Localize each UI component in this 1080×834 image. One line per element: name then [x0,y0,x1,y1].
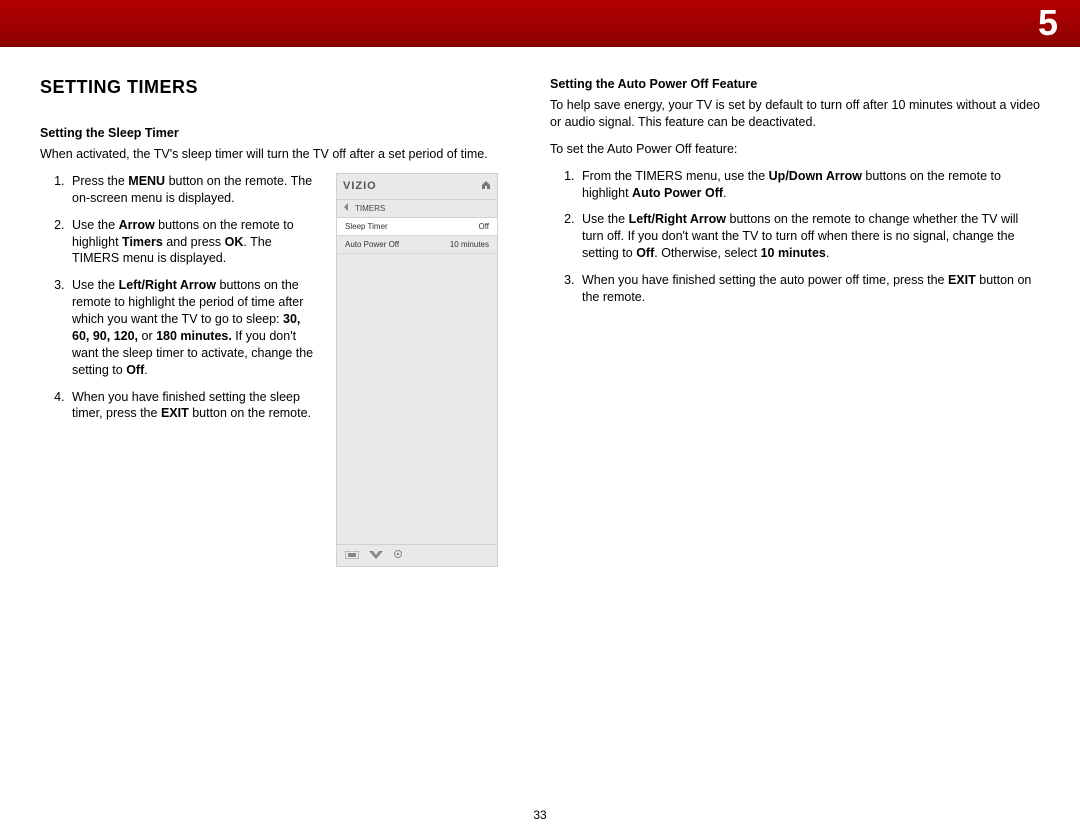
menu-row-auto-power-off: Auto Power Off 10 minutes [337,236,497,254]
chapter-number: 5 [1038,2,1058,44]
chapter-header: 5 [0,0,1080,47]
list-item: Use the Arrow buttons on the remote to h… [68,217,318,268]
tv-menu-footer [337,544,497,566]
list-item: From the TIMERS menu, use the Up/Down Ar… [578,168,1040,202]
v-icon [369,546,383,564]
right-column: Setting the Auto Power Off Feature To he… [550,77,1040,567]
sleep-timer-subhead: Setting the Sleep Timer [40,126,520,140]
breadcrumb-label: TIMERS [355,204,385,213]
menu-row-sleep-timer: Sleep Timer Off [337,218,497,236]
tv-menu-breadcrumb: TIMERS [337,200,497,218]
page-number-footer: 33 [0,808,1080,822]
sleep-timer-steps: Press the MENU button on the remote. The… [40,173,318,567]
auto-power-off-steps: From the TIMERS menu, use the Up/Down Ar… [550,168,1040,306]
row-value: Off [478,222,489,231]
tv-osd-menu: VIZIO TIMERS Sleep Timer Off Auto Po [336,173,498,567]
sleep-timer-intro: When activated, the TV's sleep timer wil… [40,146,520,163]
left-column: SETTING TIMERS Setting the Sleep Timer W… [40,77,520,567]
home-icon [481,180,491,193]
tv-menu-body [337,254,497,544]
row-value: 10 minutes [450,240,489,249]
list-item: When you have finished setting the sleep… [68,389,318,423]
page-content: SETTING TIMERS Setting the Sleep Timer W… [0,47,1080,567]
back-arrow-icon [343,203,349,213]
auto-power-off-subhead: Setting the Auto Power Off Feature [550,77,1040,91]
auto-power-off-lead: To set the Auto Power Off feature: [550,141,1040,158]
list-item: When you have finished setting the auto … [578,272,1040,306]
auto-power-off-intro: To help save energy, your TV is set by d… [550,97,1040,131]
list-item: Use the Left/Right Arrow buttons on the … [68,277,318,378]
row-label: Auto Power Off [345,240,399,249]
wide-icon [345,546,359,564]
list-item: Press the MENU button on the remote. The… [68,173,318,207]
section-title: SETTING TIMERS [40,77,520,98]
list-item: Use the Left/Right Arrow buttons on the … [578,211,1040,262]
tv-menu-header: VIZIO [337,174,497,200]
vizio-logo: VIZIO [343,180,377,192]
settings-icon [393,546,403,564]
row-label: Sleep Timer [345,222,388,231]
